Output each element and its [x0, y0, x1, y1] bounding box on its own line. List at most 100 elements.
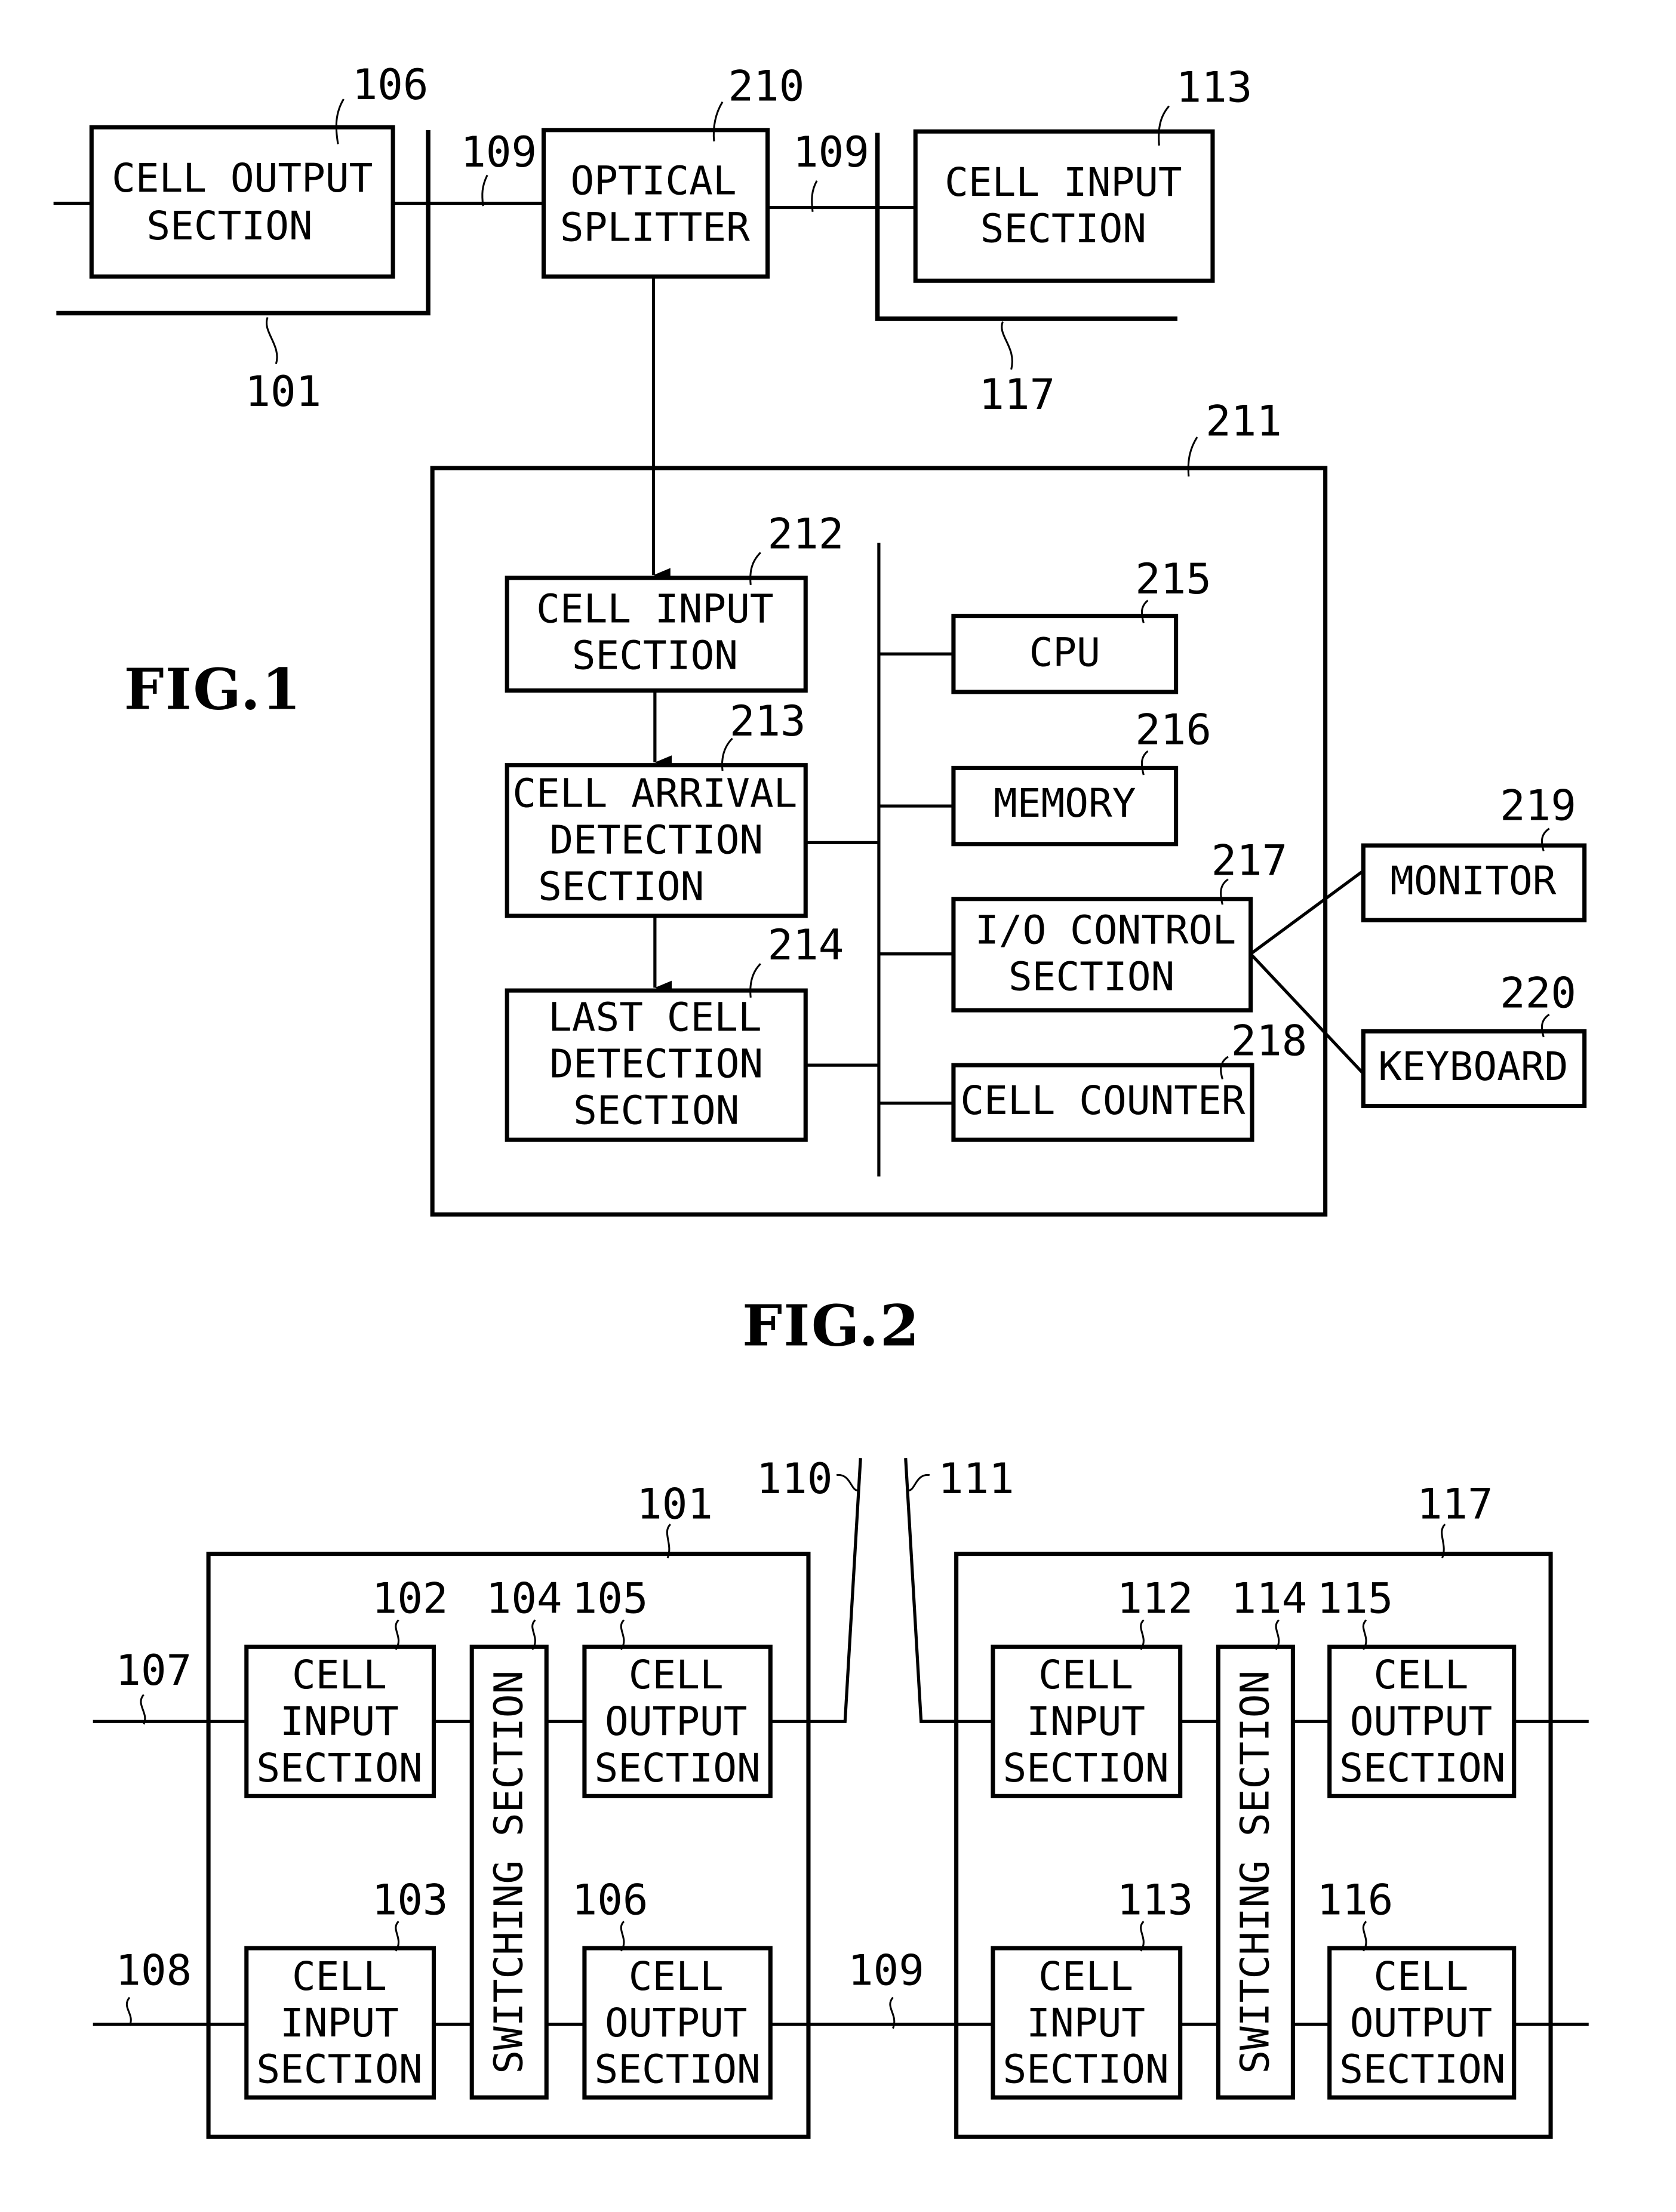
block-label-line: CELL COUNTER: [960, 1078, 1245, 1124]
ref-112: 112: [1117, 1574, 1194, 1623]
block-label-line: SECTION: [256, 2047, 422, 2093]
cell-output-section-106: CELL OUTPUT SECTION: [89, 125, 395, 279]
block-label-line: CELL ARRIVAL: [512, 771, 797, 817]
ref-213: 213: [730, 696, 806, 746]
ref-111-leader: [908, 1473, 930, 1491]
block-label-line: SECTION: [1008, 953, 1174, 999]
ref-111: 111: [938, 1454, 1014, 1503]
block-label-line: MONITOR: [1390, 858, 1557, 904]
ref-106: 106: [352, 60, 429, 109]
block-label-line: CELL INPUT: [536, 586, 774, 632]
ref-109-right: 109: [793, 127, 869, 177]
block-label-line: SECTION: [594, 1745, 760, 1791]
ref-109: 109: [848, 1945, 924, 1995]
block-label-line: OUTPUT: [605, 2000, 748, 2046]
ref-109-left: 109: [460, 127, 537, 177]
fig2-title: FIG.2: [742, 1293, 921, 1359]
block-label-line: DETECTION: [549, 817, 763, 863]
block-label-line: CELL: [1374, 1652, 1469, 1698]
block-label-line: SPLITTER: [560, 204, 750, 250]
ref-211: 211: [1206, 396, 1282, 446]
block-label-line: CELL: [1374, 1953, 1469, 1999]
block-label-line: SECTION: [594, 2047, 760, 2093]
cell-input-section-212: CELL INPUT SECTION: [505, 576, 808, 693]
ref-105: 105: [572, 1574, 648, 1623]
ref-218: 218: [1231, 1016, 1308, 1066]
block-label-line: CELL: [1038, 1652, 1133, 1698]
ref-113: 113: [1117, 1875, 1194, 1924]
cpu-215: CPU: [951, 614, 1179, 694]
ref-216: 216: [1135, 704, 1211, 754]
fig2: FIG.2 110 111 101 107 108 CELL INPUT SEC…: [93, 1293, 1589, 2139]
block-label-line: INPUT: [280, 2000, 399, 2046]
block-label-line: SECTION: [1339, 2047, 1505, 2093]
switching-section-104: SWITCHING SECTION: [469, 1644, 549, 2100]
ref-101-leader: [266, 316, 278, 364]
ref-211-leader: [1187, 436, 1198, 477]
cell-output-section-105: CELL OUTPUT SECTION: [582, 1644, 773, 1798]
ref-106: 106: [572, 1875, 648, 1924]
block-label-line: CPU: [1029, 630, 1100, 676]
block-label-line: SECTION: [572, 632, 738, 678]
cell-output-section-116: CELL OUTPUT SECTION: [1327, 1946, 1517, 2100]
cell-input-section-112: CELL INPUT SECTION: [991, 1644, 1183, 1798]
block-label-line: SECTION: [1003, 1745, 1169, 1791]
block-label-line: CELL: [629, 1652, 724, 1698]
block-label-line: SECTION: [1339, 1745, 1505, 1791]
block-label-line: CELL: [292, 1953, 387, 1999]
block-label-line: SECTION: [573, 1087, 739, 1133]
cell-input-section-102: CELL INPUT SECTION: [244, 1644, 436, 1798]
switching-section-114: SWITCHING SECTION: [1216, 1644, 1295, 2100]
ref-101: 101: [245, 367, 321, 416]
ref-210: 210: [728, 61, 805, 110]
ref-108: 108: [115, 1945, 192, 1995]
block-label-line: I/O CONTROL: [975, 907, 1236, 953]
ref-117: 117: [979, 370, 1055, 419]
ref-102: 102: [372, 1574, 448, 1623]
cell-arrival-detection-section-213: CELL ARRIVAL DETECTION SECTION: [505, 763, 808, 918]
ref-110-leader: [836, 1473, 858, 1491]
block-label-line: INPUT: [280, 1699, 399, 1745]
cell-input-section-113: CELL INPUT SECTION: [991, 1946, 1183, 2100]
ref-115: 115: [1317, 1574, 1394, 1623]
block-label-line: LAST CELL: [548, 995, 762, 1041]
cell-output-section-115: CELL OUTPUT SECTION: [1327, 1644, 1517, 1798]
ref-214: 214: [768, 920, 844, 970]
ref-107-leader: [140, 1694, 146, 1725]
ref-220: 220: [1500, 968, 1576, 1017]
block-label-line: OUTPUT: [1350, 1699, 1493, 1745]
block-label-line: SECTION: [538, 863, 704, 909]
block-label-line: MEMORY: [994, 780, 1136, 826]
block-label-line: OUTPUT: [605, 1699, 748, 1745]
block-label-line: CELL: [1038, 1953, 1133, 1999]
ref-114: 114: [1231, 1574, 1308, 1623]
block-label-line: INPUT: [1026, 2000, 1145, 2046]
block-label-line: SWITCHING SECTION: [485, 1670, 531, 2074]
block-label-line: CELL INPUT: [945, 159, 1182, 205]
block-label-line: CELL OUTPUT: [112, 155, 373, 201]
ref-215: 215: [1135, 554, 1211, 604]
block-label-line: DETECTION: [549, 1041, 763, 1087]
ref-103: 103: [372, 1875, 448, 1924]
ref-110: 110: [756, 1454, 833, 1503]
ref-101: 101: [636, 1479, 713, 1529]
ref-219: 219: [1500, 781, 1576, 830]
last-cell-detection-section-214: LAST CELL DETECTION SECTION: [505, 988, 808, 1142]
ref-104: 104: [486, 1574, 562, 1623]
fig1-title: FIG.1: [124, 656, 303, 722]
block-label-line: SECTION: [146, 203, 312, 249]
fig1: FIG.1 101 CELL OUTPUT SECTION 106 109 OP…: [53, 60, 1587, 1217]
block-label-line: KEYBOARD: [1378, 1044, 1568, 1090]
block-label-line: CELL: [292, 1652, 387, 1698]
block-label-line: SECTION: [256, 1745, 422, 1791]
block-label-line: SWITCHING SECTION: [1232, 1670, 1278, 2074]
keyboard-220: KEYBOARD: [1361, 1029, 1587, 1109]
block-label-line: SECTION: [980, 206, 1146, 252]
block-label-line: OPTICAL: [570, 158, 736, 204]
ref-113: 113: [1176, 63, 1253, 112]
cell-output-section-106: CELL OUTPUT SECTION: [582, 1946, 773, 2100]
cell-input-section-103: CELL INPUT SECTION: [244, 1946, 436, 2100]
ref-116: 116: [1317, 1875, 1394, 1924]
optical-splitter-210: OPTICAL SPLITTER: [541, 128, 770, 279]
monitor-219: MONITOR: [1361, 843, 1587, 922]
